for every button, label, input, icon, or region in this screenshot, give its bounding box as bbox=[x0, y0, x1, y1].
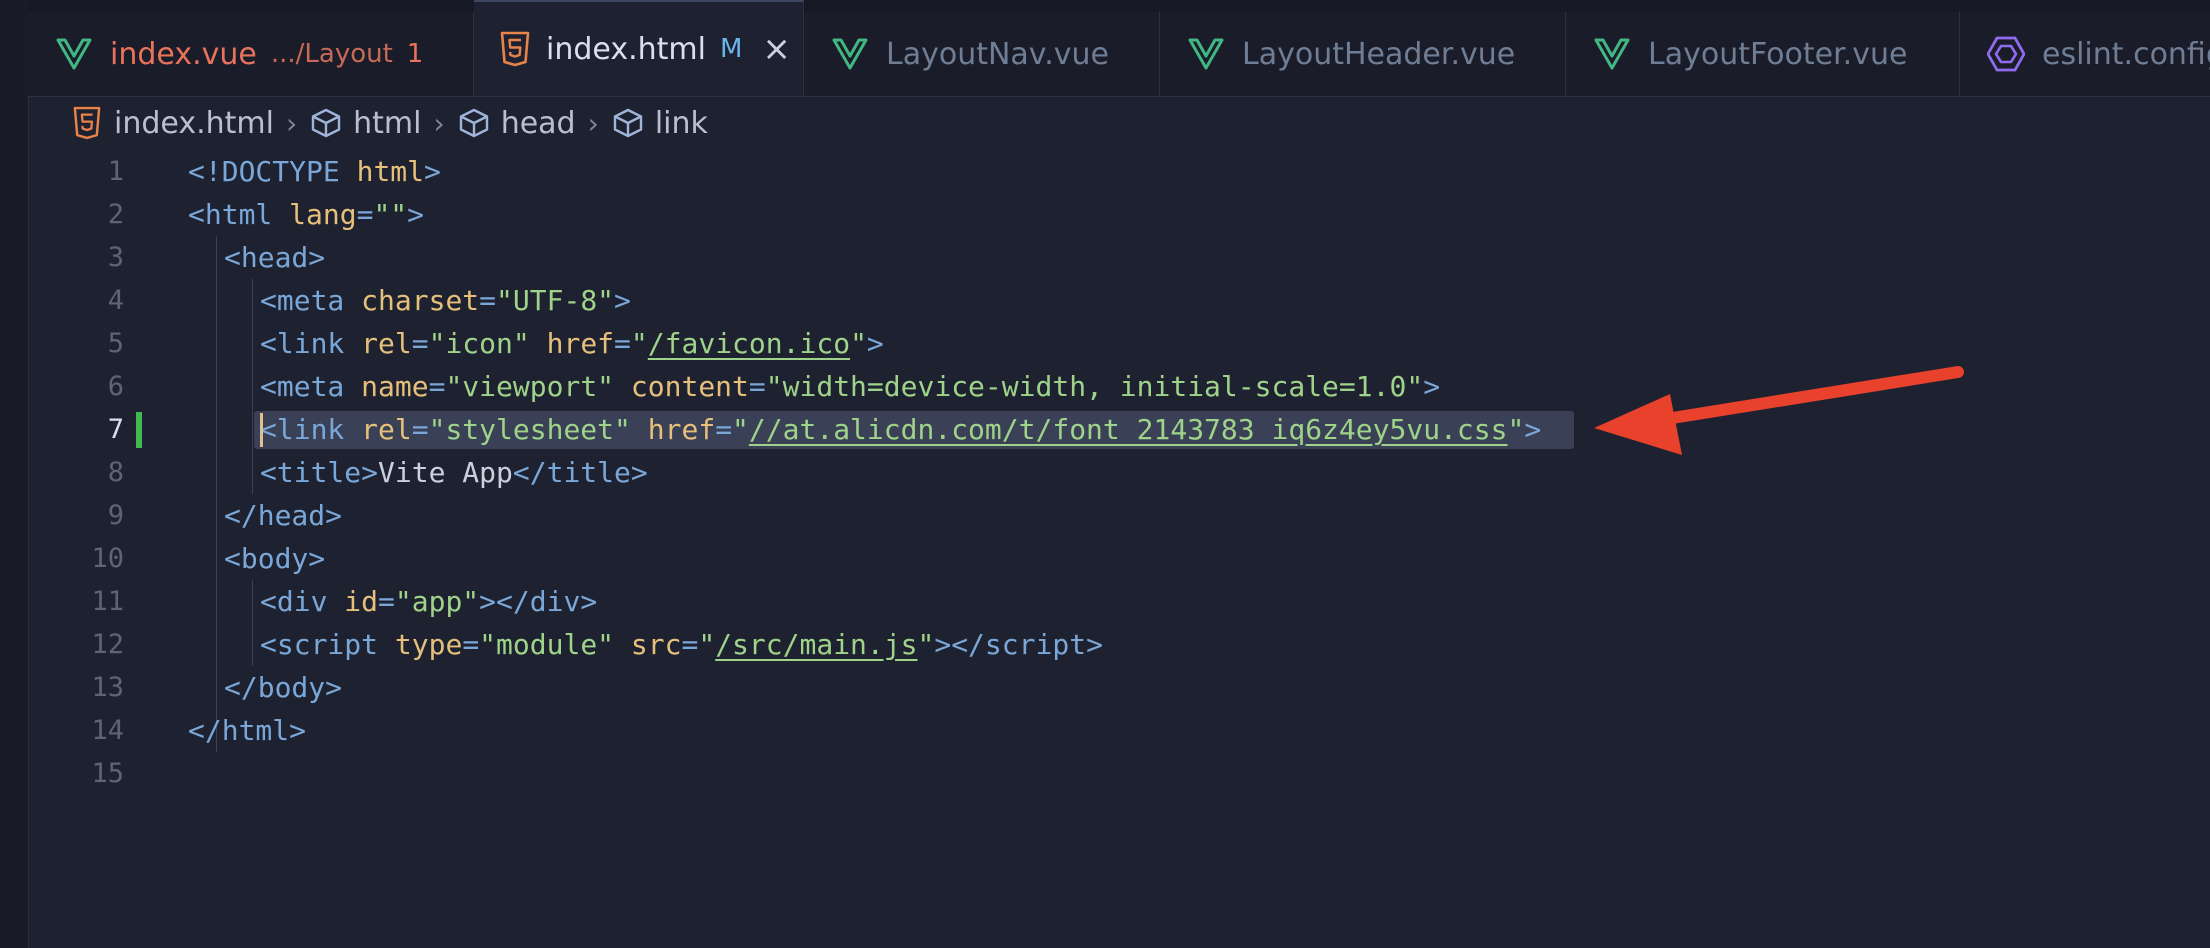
annotation-arrow bbox=[1594, 366, 1964, 455]
